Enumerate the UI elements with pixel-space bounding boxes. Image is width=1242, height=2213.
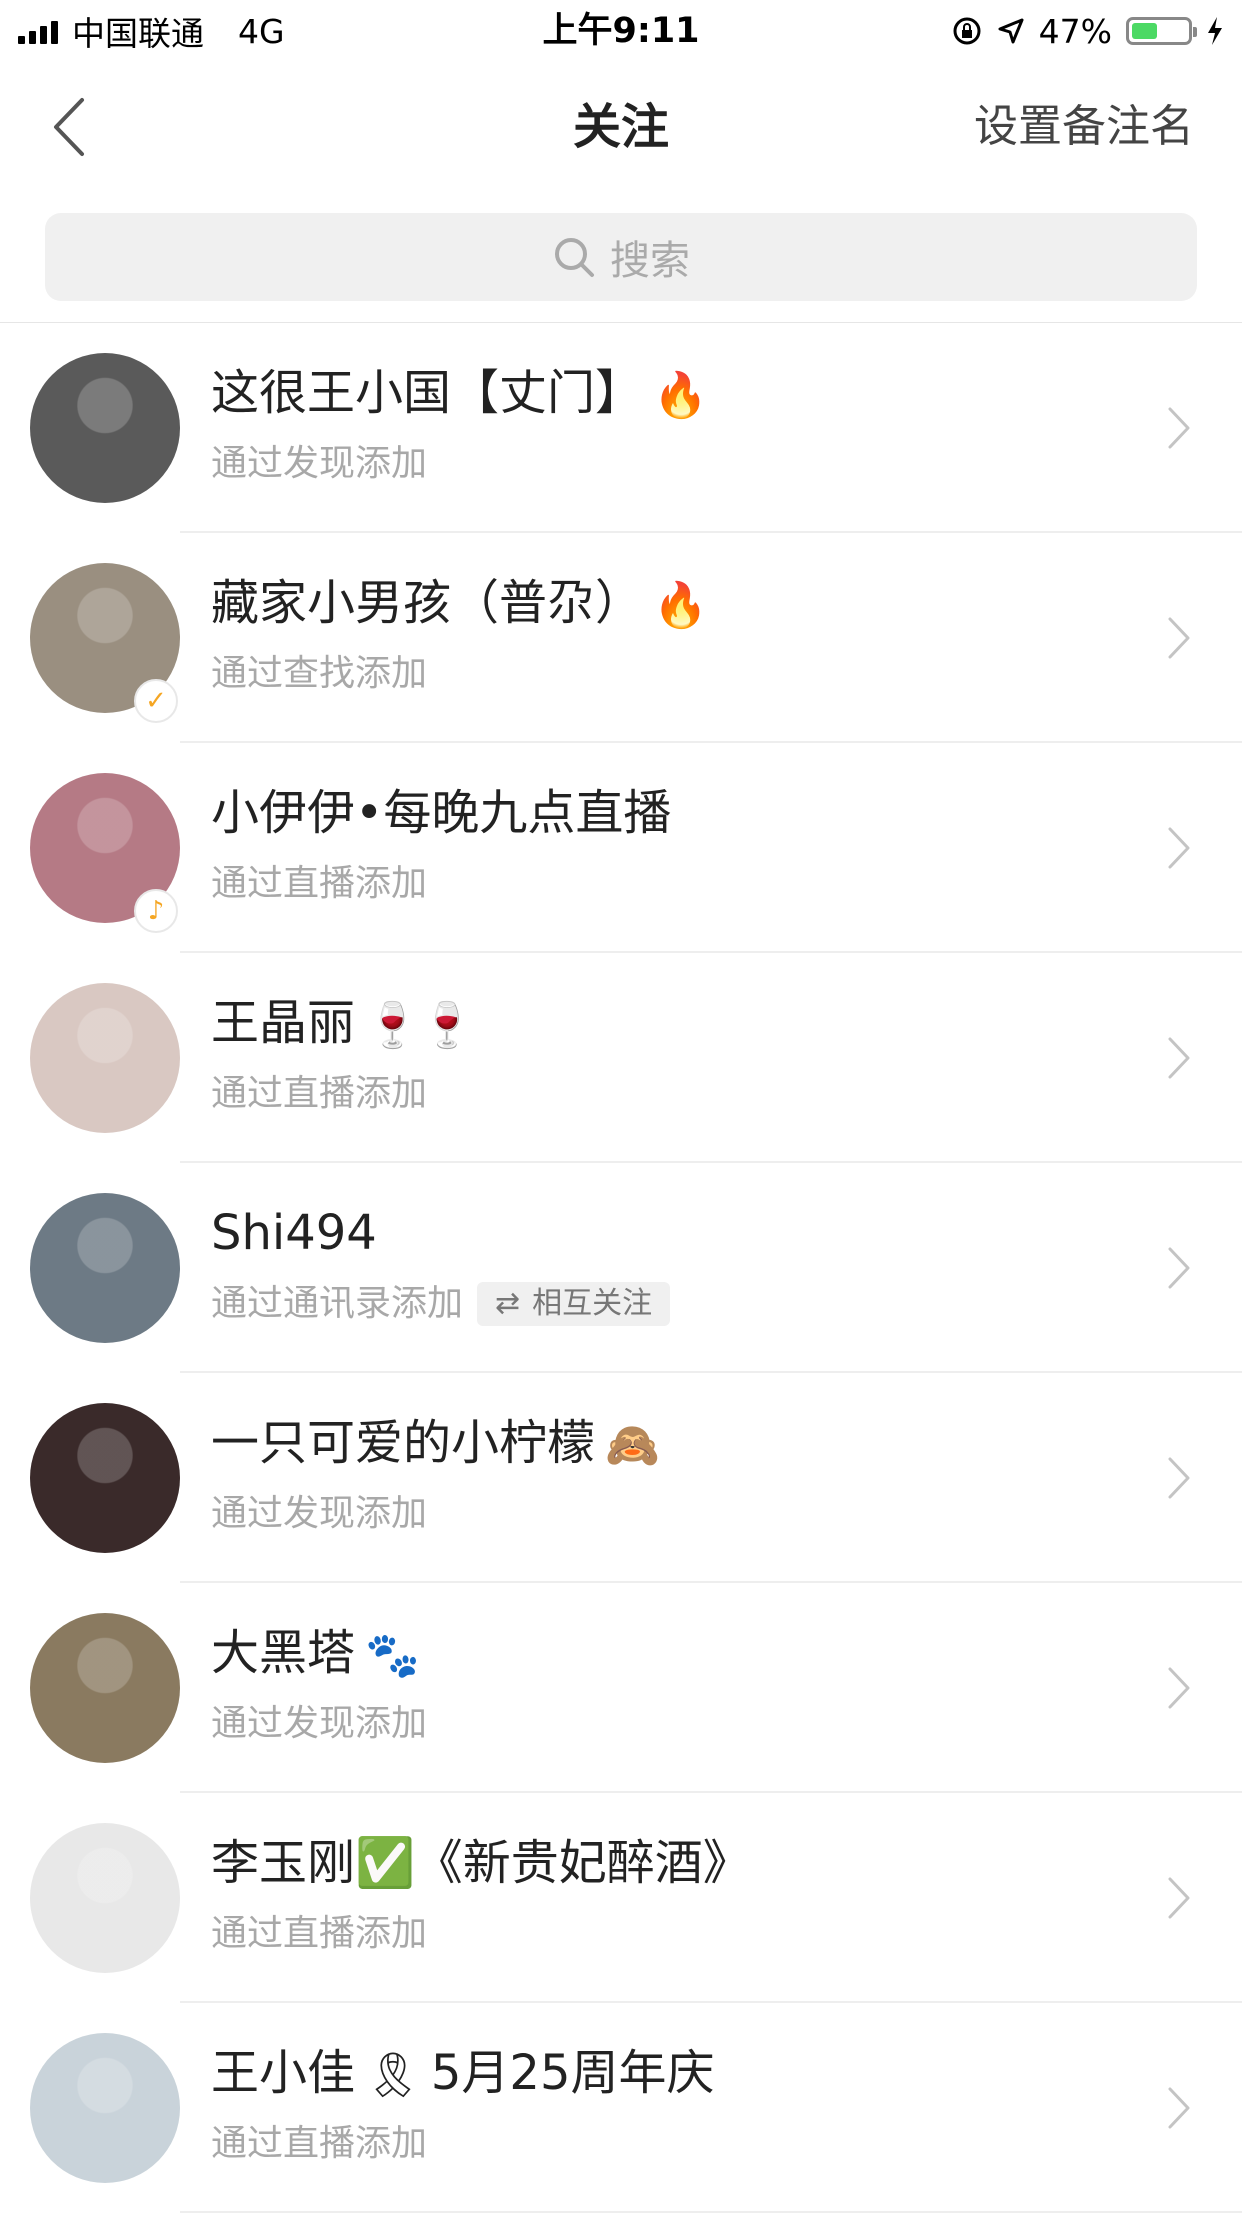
contact-source: 通过发现添加 [211, 1703, 428, 1744]
avatar [30, 983, 180, 1133]
contact-name: 这很王小国【丈门】 [211, 365, 644, 421]
contact-name: 王小佳 [211, 2045, 356, 2101]
contact-name: 藏家小男孩（普尕） [211, 575, 644, 631]
verified-badge-icon: ✓ [134, 679, 178, 723]
avatar [30, 1823, 180, 1973]
contact-name: 王晶丽 [211, 995, 356, 1051]
contact-source-row: 通过直播添加 [211, 2121, 427, 2167]
contact-source-row: 通过直播添加 [211, 1071, 427, 1117]
music-badge-icon: ♪ [134, 889, 178, 933]
avatar [30, 1613, 180, 1763]
search-input[interactable]: 搜索 [610, 228, 690, 286]
avatar [30, 1403, 180, 1553]
contact-name-row: 藏家小男孩（普尕） 🔥 [211, 571, 708, 638]
contact-source: 通过发现添加 [211, 1493, 428, 1534]
location-arrow-icon [998, 18, 1024, 44]
back-button[interactable] [42, 92, 102, 162]
contact-name-row: 王小佳 🎗 5月25周年庆 [211, 2041, 715, 2108]
chevron-left-icon [54, 98, 84, 156]
chevron-right-icon [1168, 1877, 1190, 1919]
emoji-icon: 🔥 [653, 370, 708, 421]
chevron-right-icon [1168, 617, 1190, 659]
contact-name-row: Shi494 [211, 1201, 377, 1265]
nav-bar: 关注 设置备注名 [0, 62, 1242, 192]
contact-source-row: 通过直播添加 [211, 861, 427, 907]
rotation-lock-icon [953, 17, 981, 45]
emoji-icon: 🐾 [365, 1630, 420, 1681]
chevron-right-icon [1168, 1457, 1190, 1499]
contact-name-suffix: 5月25周年庆 [430, 2045, 715, 2101]
charging-bolt-icon [1208, 17, 1222, 45]
mutual-follow-badge: ⇄ 相互关注 [477, 1282, 671, 1326]
chevron-right-icon [1168, 2087, 1190, 2129]
emoji-icon: 🔥 [653, 580, 708, 631]
contact-source-row: 通过直播添加 [211, 1911, 427, 1957]
contact-name: 李玉刚✅《新贵妃醉酒》 [211, 1835, 751, 1891]
list-item[interactable]: ✓ 藏家小男孩（普尕） 🔥 通过查找添加 [0, 533, 1242, 743]
list-item[interactable]: Shi494 通过通讯录添加 ⇄ 相互关注 [0, 1163, 1242, 1373]
contact-source-row: 通过查找添加 [211, 651, 427, 697]
contact-source: 通过直播添加 [211, 863, 428, 904]
list-item[interactable]: 一只可爱的小柠檬 🙈 通过发现添加 [0, 1373, 1242, 1583]
contact-source-row: 通过发现添加 [211, 1701, 427, 1747]
contact-name-row: 一只可爱的小柠檬 🙈 [211, 1411, 660, 1478]
contact-source: 通过查找添加 [211, 653, 428, 694]
contact-name: 小伊伊•每晚九点直播 [211, 785, 672, 841]
set-remark-button[interactable]: 设置备注名 [974, 62, 1194, 192]
list-item[interactable]: ♪ 小伊伊•每晚九点直播通过直播添加 [0, 743, 1242, 953]
emoji-icon: 🎗 [365, 2050, 421, 2101]
contact-source: 通过直播添加 [211, 2123, 428, 2164]
contact-source: 通过直播添加 [211, 1913, 428, 1954]
mutual-follow-label: 相互关注 [532, 1286, 653, 1321]
emoji-icon: 🍷🍷 [365, 1000, 475, 1051]
contact-name: 一只可爱的小柠檬 [211, 1415, 596, 1471]
contact-name-row: 王晶丽 🍷🍷 [211, 991, 475, 1058]
list-item[interactable]: 王小佳 🎗 5月25周年庆 通过直播添加 [0, 2003, 1242, 2213]
chevron-right-icon [1168, 827, 1190, 869]
contact-list: 这很王小国【丈门】 🔥 通过发现添加 ✓ 藏家小男孩（普尕） 🔥 通过查找添加 ♪ 小伊伊•每晚… [0, 323, 1242, 2213]
contact-source: 通过通讯录添加 [211, 1283, 464, 1324]
contact-source: 通过直播添加 [211, 1073, 428, 1114]
contact-name: 大黑塔 [211, 1625, 356, 1681]
contact-name-row: 这很王小国【丈门】 🔥 [211, 361, 708, 428]
contact-name-row: 小伊伊•每晚九点直播 [211, 781, 671, 845]
battery-percent: 47% [1038, 11, 1112, 51]
status-right: 47% [951, 8, 1224, 54]
list-item[interactable]: 大黑塔 🐾 通过发现添加 [0, 1583, 1242, 1793]
search-icon [555, 238, 594, 277]
chevron-right-icon [1168, 1667, 1190, 1709]
list-item[interactable]: 这很王小国【丈门】 🔥 通过发现添加 [0, 323, 1242, 533]
avatar [30, 1193, 180, 1343]
chevron-right-icon [1168, 1247, 1190, 1289]
contact-source: 通过发现添加 [211, 443, 428, 484]
contact-name: Shi494 [211, 1205, 377, 1261]
contact-source-row: 通过发现添加 [211, 441, 427, 487]
contact-name-row: 大黑塔 🐾 [211, 1621, 420, 1688]
contact-source-row: 通过发现添加 [211, 1491, 427, 1537]
avatar [30, 2033, 180, 2183]
contact-name-row: 李玉刚✅《新贵妃醉酒》 [211, 1831, 751, 1895]
search-bar[interactable]: 搜索 [45, 213, 1197, 301]
chevron-right-icon [1168, 407, 1190, 449]
swap-arrows-icon: ⇄ [495, 1286, 521, 1321]
contact-source-row: 通过通讯录添加 ⇄ 相互关注 [211, 1281, 671, 1327]
list-item[interactable]: 李玉刚✅《新贵妃醉酒》通过直播添加 [0, 1793, 1242, 2003]
status-bar: 中国联通 4G 上午9:11 47% [0, 0, 1242, 62]
list-item[interactable]: 王晶丽 🍷🍷 通过直播添加 [0, 953, 1242, 1163]
avatar [30, 353, 180, 503]
emoji-icon: 🙈 [605, 1420, 660, 1471]
battery-icon [1126, 17, 1197, 45]
chevron-right-icon [1168, 1037, 1190, 1079]
